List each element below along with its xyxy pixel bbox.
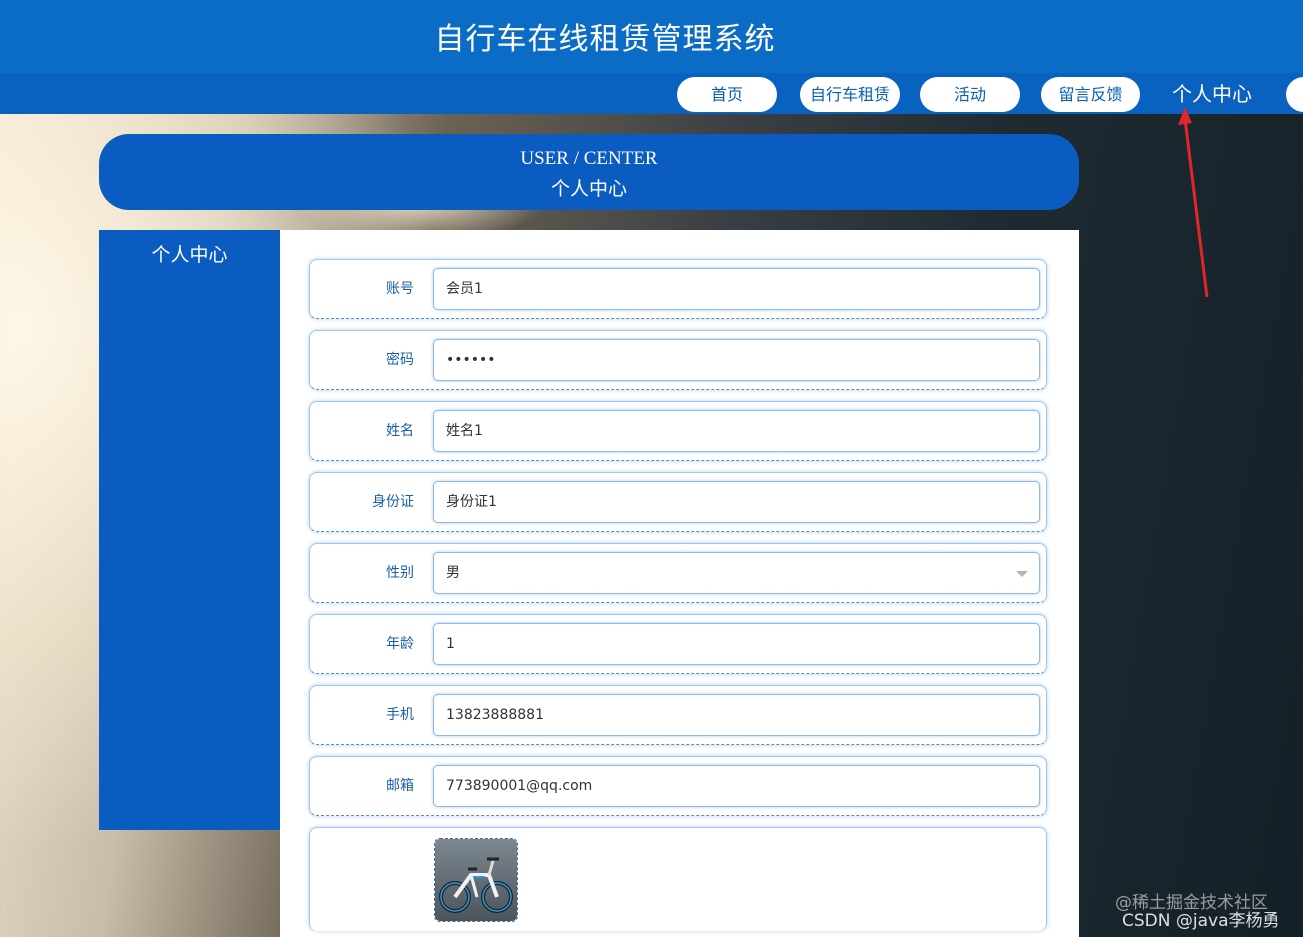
gender-label: 性别 <box>386 565 414 581</box>
password-input[interactable]: •••••• <box>433 339 1040 381</box>
phone-input[interactable]: 13823888881 <box>433 694 1040 736</box>
id-card-input[interactable]: 身份证1 <box>433 481 1040 523</box>
header-bar: 自行车在线租赁管理系统 <box>0 0 1303 73</box>
chevron-down-icon <box>1016 571 1028 577</box>
form-row-account: 账号 会员1 <box>309 259 1047 319</box>
form-row-gender: 性别 男 <box>309 543 1047 603</box>
nav-bike-rental[interactable]: 自行车租赁 <box>800 77 900 112</box>
nav-more[interactable] <box>1286 77 1303 112</box>
form-row-email: 邮箱 773890001@qq.com <box>309 756 1047 816</box>
form-row-id-card: 身份证 身份证1 <box>309 472 1047 532</box>
nav-activity[interactable]: 活动 <box>920 77 1020 112</box>
account-input[interactable]: 会员1 <box>433 268 1040 310</box>
bicycle-photo <box>435 839 517 921</box>
gender-value: 男 <box>446 565 460 581</box>
form-row-avatar <box>309 827 1047 931</box>
page-banner: USER / CENTER 个人中心 <box>99 134 1079 210</box>
site-title: 自行车在线租赁管理系统 <box>434 22 776 57</box>
red-arrow-annotation <box>1178 107 1209 298</box>
age-input[interactable]: 1 <box>433 623 1040 665</box>
name-label: 姓名 <box>386 423 414 439</box>
gender-select[interactable]: 男 <box>433 552 1040 594</box>
sidebar-item-user-center[interactable]: 个人中心 <box>99 240 280 267</box>
banner-title-en: USER / CENTER <box>520 148 658 169</box>
profile-form-panel: 账号 会员1 密码 •••••• 姓名 姓名1 身份证 身份证1 性别 男 年龄… <box>280 230 1079 937</box>
form-row-name: 姓名 姓名1 <box>309 401 1047 461</box>
nav-bar: 首页 自行车租赁 活动 留言反馈 个人中心 <box>0 73 1303 114</box>
id-card-label: 身份证 <box>372 494 414 510</box>
account-label: 账号 <box>386 281 414 297</box>
name-input[interactable]: 姓名1 <box>433 410 1040 452</box>
age-label: 年龄 <box>386 636 414 652</box>
email-label: 邮箱 <box>386 778 414 794</box>
sidebar: 个人中心 <box>99 230 280 830</box>
password-label: 密码 <box>386 352 414 368</box>
form-row-password: 密码 •••••• <box>309 330 1047 390</box>
avatar-upload[interactable] <box>434 838 518 922</box>
nav-feedback[interactable]: 留言反馈 <box>1041 77 1140 112</box>
email-input[interactable]: 773890001@qq.com <box>433 765 1040 807</box>
watermark-csdn: CSDN @java李杨勇 <box>1122 911 1280 931</box>
banner-title-cn: 个人中心 <box>550 178 627 200</box>
form-row-phone: 手机 13823888881 <box>309 685 1047 745</box>
form-row-age: 年龄 1 <box>309 614 1047 674</box>
phone-label: 手机 <box>386 707 414 723</box>
nav-home[interactable]: 首页 <box>677 77 777 112</box>
